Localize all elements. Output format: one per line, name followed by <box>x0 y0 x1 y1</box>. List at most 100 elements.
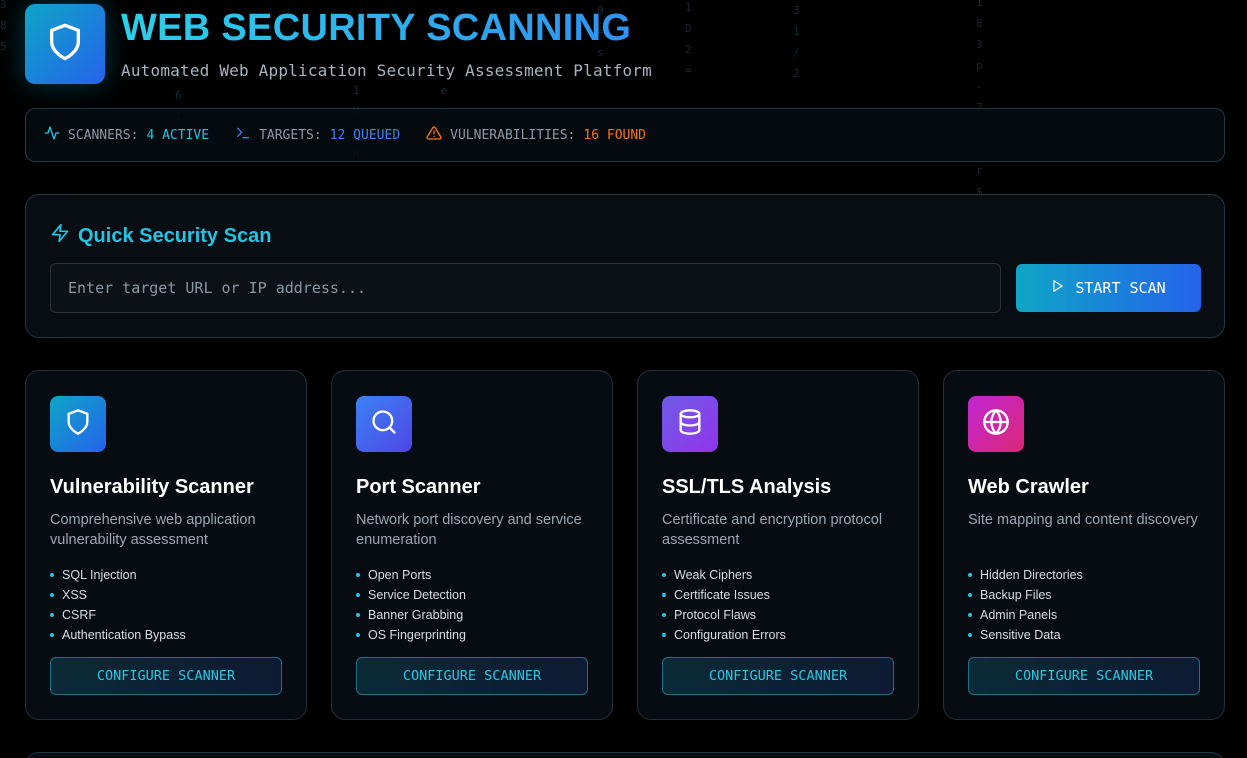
database-icon <box>676 408 704 441</box>
list-item-text: OS Fingerprinting <box>368 628 466 642</box>
feature-list: SQL Injection XSS CSRF Authentication By… <box>50 565 186 645</box>
list-item-text: Authentication Bypass <box>62 628 186 642</box>
bullet-dot <box>356 573 360 577</box>
list-item: Backup Files <box>968 585 1083 605</box>
list-item: SQL Injection <box>50 565 186 585</box>
bullet-dot <box>662 633 666 637</box>
status-label: SCANNERS: <box>68 127 139 143</box>
list-item: Weak Ciphers <box>662 565 786 585</box>
list-item: Sensitive Data <box>968 625 1083 645</box>
list-item: Open Ports <box>356 565 466 585</box>
bullet-dot <box>968 573 972 577</box>
activity-icon <box>44 125 68 145</box>
app-logo <box>25 4 105 84</box>
bullet-dot <box>662 573 666 577</box>
list-item: Banner Grabbing <box>356 605 466 625</box>
bullet-dot <box>50 613 54 617</box>
feature-list: Weak Ciphers Certificate Issues Protocol… <box>662 565 786 645</box>
status-label: VULNERABILITIES: <box>450 127 576 143</box>
list-item-text: Service Detection <box>368 588 466 602</box>
globe-icon <box>982 408 1010 441</box>
play-icon <box>1051 279 1075 297</box>
status-vulnerabilities: VULNERABILITIES: 16 FOUND <box>426 125 646 145</box>
bottom-panel <box>25 752 1225 758</box>
bullet-dot <box>968 613 972 617</box>
bullet-dot <box>50 573 54 577</box>
card-title: Port Scanner <box>356 476 481 498</box>
shield-icon <box>45 22 85 67</box>
list-item-text: Banner Grabbing <box>368 608 464 622</box>
card-web-crawler: Web Crawler Site mapping and content dis… <box>943 370 1225 720</box>
list-item: Service Detection <box>356 585 466 605</box>
list-item: Authentication Bypass <box>50 625 186 645</box>
list-item-text: SQL Injection <box>62 568 137 582</box>
list-item-text: CSRF <box>62 608 97 622</box>
start-scan-button[interactable]: START SCAN <box>1016 264 1201 312</box>
list-item-text: Backup Files <box>980 588 1052 602</box>
list-item: CSRF <box>50 605 186 625</box>
card-vulnerability-scanner: Vulnerability Scanner Comprehensive web … <box>25 370 307 720</box>
card-title: SSL/TLS Analysis <box>662 476 832 498</box>
card-title: Vulnerability Scanner <box>50 476 254 498</box>
card-description: Site mapping and content discovery <box>968 512 1198 528</box>
list-item: Admin Panels <box>968 605 1083 625</box>
list-item: Protocol Flaws <box>662 605 786 625</box>
quick-scan-panel: Quick Security Scan START SCAN <box>25 194 1225 338</box>
bullet-dot <box>662 593 666 597</box>
feature-list: Open Ports Service Detection Banner Grab… <box>356 565 466 645</box>
lightning-icon <box>50 223 78 249</box>
bullet-dot <box>356 593 360 597</box>
terminal-icon <box>235 125 259 145</box>
card-icon-container <box>356 396 412 452</box>
bullet-dot <box>968 593 972 597</box>
status-bar: SCANNERS: 4 ACTIVE TARGETS: 12 QUEUED VU… <box>25 108 1225 162</box>
card-ssl-tls-analysis: SSL/TLS Analysis Certificate and encrypt… <box>637 370 919 720</box>
card-description: Network port discovery and service enume… <box>356 512 582 548</box>
status-value: 16 FOUND <box>583 127 647 143</box>
card-title: Web Crawler <box>968 476 1089 498</box>
page-title: WEB SECURITY SCANNING <box>121 9 652 47</box>
card-description: Comprehensive web application vulnerabil… <box>50 512 256 548</box>
configure-scanner-button[interactable]: CONFIGURE SCANNER <box>968 657 1200 695</box>
page-header: WEB SECURITY SCANNING Automated Web Appl… <box>25 4 652 84</box>
list-item: Configuration Errors <box>662 625 786 645</box>
start-scan-label: START SCAN <box>1075 279 1166 297</box>
configure-scanner-button[interactable]: CONFIGURE SCANNER <box>50 657 282 695</box>
list-item: Hidden Directories <box>968 565 1083 585</box>
list-item: OS Fingerprinting <box>356 625 466 645</box>
status-targets: TARGETS: 12 QUEUED <box>235 125 400 145</box>
warning-icon <box>426 125 450 145</box>
list-item-text: Protocol Flaws <box>674 608 756 622</box>
card-icon-container <box>968 396 1024 452</box>
configure-scanner-button[interactable]: CONFIGURE SCANNER <box>356 657 588 695</box>
list-item-text: Hidden Directories <box>980 568 1083 582</box>
status-label: TARGETS: <box>259 127 322 143</box>
search-icon <box>370 408 398 441</box>
status-value: 12 QUEUED <box>329 127 401 143</box>
status-scanners: SCANNERS: 4 ACTIVE <box>44 125 209 145</box>
page-subtitle: Automated Web Application Security Asses… <box>121 60 652 80</box>
quick-scan-title: Quick Security Scan <box>50 223 271 249</box>
list-item-text: Sensitive Data <box>980 628 1061 642</box>
bullet-dot <box>968 633 972 637</box>
bullet-dot <box>662 613 666 617</box>
card-description: Certificate and encryption protocol asse… <box>662 512 883 548</box>
list-item-text: Open Ports <box>368 568 432 582</box>
status-value: 4 ACTIVE <box>146 127 210 143</box>
bullet-dot <box>356 633 360 637</box>
target-url-input[interactable] <box>50 263 1001 313</box>
bullet-dot <box>50 593 54 597</box>
list-item: XSS <box>50 585 186 605</box>
list-item-text: Admin Panels <box>980 608 1058 622</box>
card-port-scanner: Port Scanner Network port discovery and … <box>331 370 613 720</box>
list-item: Certificate Issues <box>662 585 786 605</box>
list-item-text: Certificate Issues <box>674 588 770 602</box>
quick-scan-title-text: Quick Security Scan <box>78 224 272 247</box>
shield-icon <box>64 408 92 441</box>
feature-list: Hidden Directories Backup Files Admin Pa… <box>968 565 1083 645</box>
list-item-text: XSS <box>62 588 88 602</box>
bullet-dot <box>50 633 54 637</box>
bullet-dot <box>356 613 360 617</box>
list-item-text: Configuration Errors <box>674 628 786 642</box>
configure-scanner-button[interactable]: CONFIGURE SCANNER <box>662 657 894 695</box>
